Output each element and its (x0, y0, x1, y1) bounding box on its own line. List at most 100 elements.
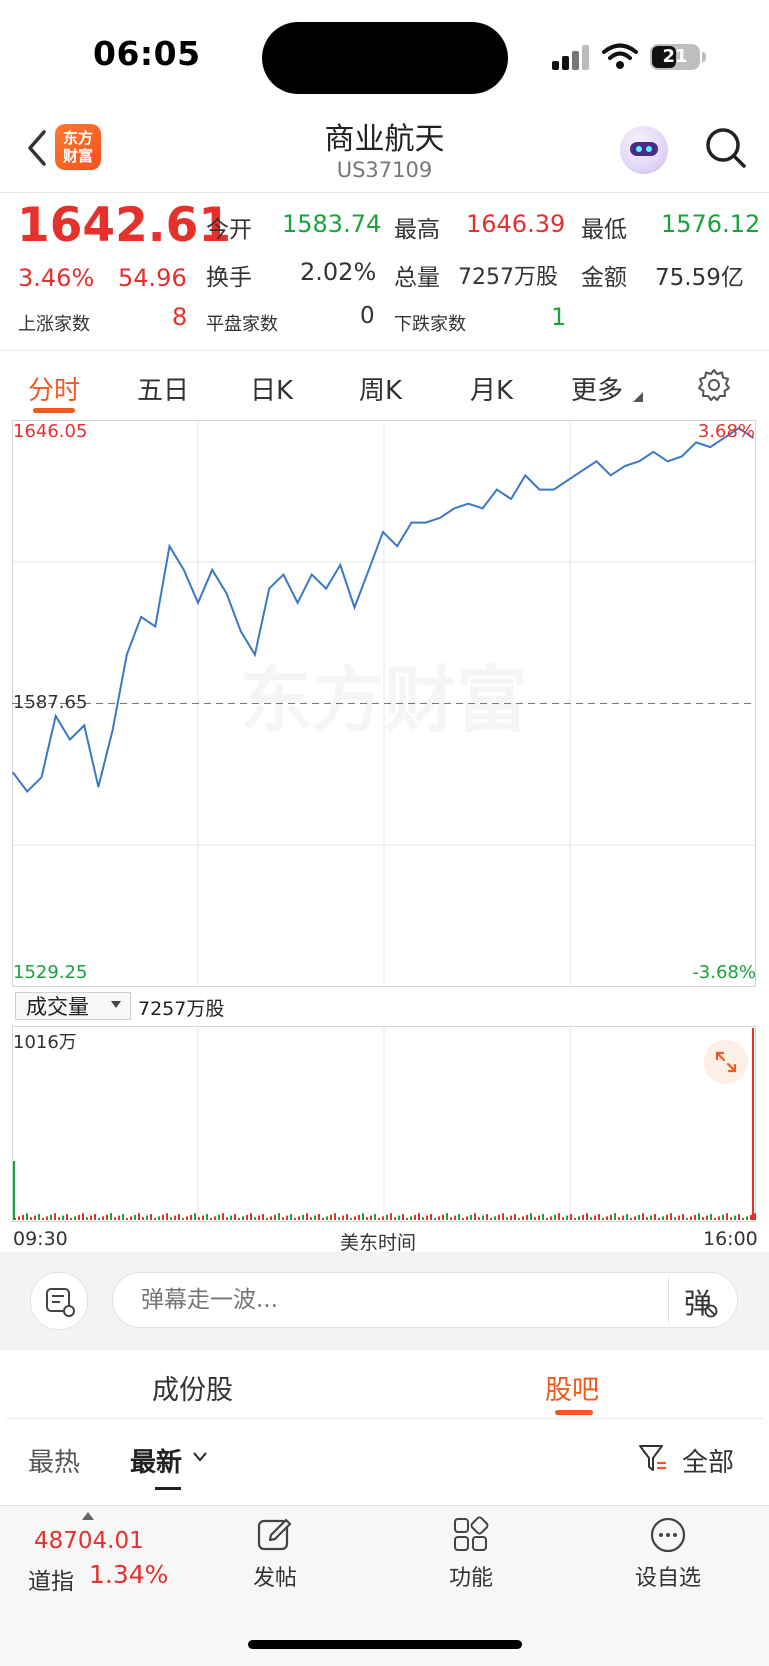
volume-bar (602, 1218, 604, 1220)
volume-bar (174, 1215, 176, 1220)
volume-bar (566, 1215, 568, 1220)
danmu-toggle-button[interactable]: 弹 (684, 1282, 718, 1322)
volume-bar (542, 1214, 544, 1220)
volume-bar (154, 1218, 156, 1220)
volume-bar (374, 1214, 376, 1220)
volume-bar (38, 1214, 40, 1220)
volume-bar (378, 1218, 380, 1220)
price-point (368, 569, 370, 571)
volume-bar (386, 1214, 388, 1220)
volume-bar (530, 1213, 532, 1220)
tab-daily-k[interactable]: 日K (250, 370, 293, 407)
filter-hot[interactable]: 最热 (28, 1442, 80, 1479)
danmu-input[interactable] (112, 1272, 738, 1328)
volume-bar (750, 1214, 752, 1220)
volume-bar (110, 1213, 112, 1220)
volume-bar (362, 1213, 364, 1220)
volume-bar (458, 1214, 460, 1220)
volume-bar (274, 1214, 276, 1220)
volume-bar (106, 1214, 108, 1220)
volume-bar (510, 1215, 512, 1220)
status-time: 06:05 (93, 34, 201, 73)
volume-bar (478, 1217, 480, 1220)
tab-monthly-k[interactable]: 月K (470, 370, 513, 407)
current-price: 1642.61 (17, 198, 232, 253)
time-axis-start: 09:30 (13, 1228, 68, 1250)
edit-post-icon[interactable] (256, 1516, 294, 1554)
volume-bar (646, 1217, 648, 1220)
volume-bar (326, 1216, 328, 1220)
volume-chart[interactable] (12, 1026, 756, 1222)
grid-functions-icon[interactable] (452, 1516, 490, 1554)
volume-bar (258, 1215, 260, 1220)
volume-bar (142, 1217, 144, 1220)
volume-bar (614, 1213, 616, 1220)
flat-count-label: 平盘家数 (206, 314, 278, 335)
price-point (581, 469, 583, 472)
price-point (410, 521, 413, 524)
price-point (54, 715, 57, 717)
dow-index-value[interactable]: 48704.01 (34, 1528, 144, 1554)
tab-intraday[interactable]: 分时 (28, 370, 80, 407)
volume-bar (334, 1213, 336, 1220)
price-point (183, 569, 185, 571)
tab-more[interactable]: 更多 (571, 370, 623, 407)
nav-functions[interactable]: 功能 (421, 1560, 521, 1592)
robot-face (630, 142, 658, 156)
volume-bar (538, 1215, 540, 1220)
intraday-price-chart[interactable]: 东方财富 (12, 420, 756, 987)
filter-icon[interactable] (638, 1443, 668, 1473)
volume-bar (622, 1215, 624, 1220)
filter-latest[interactable]: 最新 (130, 1442, 182, 1479)
expand-up-icon[interactable] (82, 1512, 94, 1520)
volume-label: 总量 (394, 265, 440, 291)
tab-stock-forum[interactable]: 股吧 (545, 1368, 599, 1407)
volume-bar (446, 1213, 448, 1220)
volume-bar (350, 1218, 352, 1220)
volume-bar (214, 1216, 216, 1220)
volume-bar (170, 1217, 172, 1220)
nav-add-watchlist[interactable]: 设自选 (618, 1560, 718, 1592)
amount-value: 75.59亿 (655, 265, 744, 291)
price-point (467, 502, 470, 505)
volume-bar (714, 1218, 716, 1220)
volume-bar (102, 1216, 104, 1220)
price-point (624, 465, 626, 467)
volume-bar (666, 1214, 668, 1220)
search-icon[interactable] (704, 126, 748, 170)
price-point (481, 507, 484, 510)
volume-bar (226, 1217, 228, 1220)
volume-bar (250, 1213, 252, 1220)
nav-post[interactable]: 发帖 (225, 1560, 325, 1592)
tab-constituents[interactable]: 成份股 (152, 1368, 233, 1407)
danmu-settings-button[interactable] (30, 1272, 88, 1330)
price-point (168, 545, 171, 547)
volume-bar (470, 1214, 472, 1220)
filter-all[interactable]: 全部 (682, 1442, 734, 1479)
volume-bar (310, 1217, 312, 1220)
volume-bar (74, 1216, 76, 1220)
volume-bar (722, 1214, 724, 1220)
filter-underline (155, 1487, 181, 1490)
expand-icon[interactable] (704, 1040, 748, 1084)
more-circle-icon[interactable] (649, 1516, 687, 1554)
volume-bar (430, 1214, 432, 1220)
price-point (396, 545, 399, 547)
volume-bar (594, 1215, 596, 1220)
volume-bar (686, 1218, 688, 1220)
price-point (97, 786, 100, 788)
tab-weekly-k[interactable]: 周K (359, 370, 402, 407)
volume-bar (514, 1214, 516, 1220)
price-point (282, 573, 285, 576)
volume-bar-close (752, 1028, 754, 1220)
volume-bar (550, 1216, 552, 1220)
price-point (382, 531, 384, 533)
open-label: 今开 (206, 217, 252, 243)
volume-bar (494, 1216, 496, 1220)
volume-bar (474, 1213, 476, 1220)
volume-bar (322, 1218, 324, 1220)
gear-icon[interactable] (697, 368, 731, 402)
down-count: 1 (551, 303, 567, 331)
tab-five-day[interactable]: 五日 (137, 370, 189, 407)
volume-bar (150, 1214, 152, 1220)
